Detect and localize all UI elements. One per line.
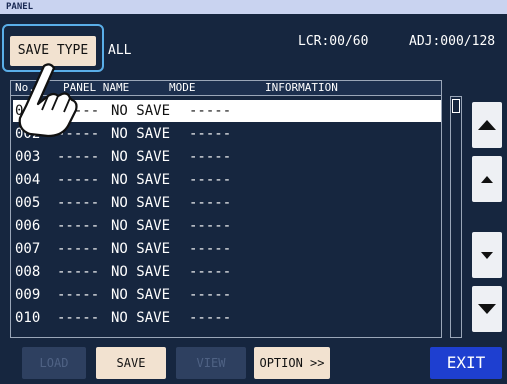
row-panel-name: -----: [57, 264, 100, 280]
row-number: 006: [15, 218, 41, 234]
page-down-button[interactable]: [472, 286, 502, 332]
row-number: 008: [15, 264, 41, 280]
row-panel-name: -----: [57, 241, 100, 257]
save-button[interactable]: SAVE: [96, 347, 166, 379]
page-up-button[interactable]: [472, 102, 502, 148]
lcr-count: LCR:00/60: [298, 34, 369, 49]
row-mode: NO SAVE: [111, 126, 171, 142]
list-scrollbar[interactable]: [450, 96, 462, 338]
row-mode: NO SAVE: [111, 195, 171, 211]
table-row[interactable]: 007 ----- NO SAVE -----: [13, 238, 441, 260]
panel-screen: PANEL SAVE TYPE ALL LCR:00/60 ADJ:000/12…: [0, 0, 507, 384]
row-mode: NO SAVE: [111, 218, 171, 234]
row-mode: NO SAVE: [111, 287, 171, 303]
line-down-button[interactable]: [472, 232, 502, 278]
table-row[interactable]: 008 ----- NO SAVE -----: [13, 261, 441, 283]
option-button[interactable]: OPTION >>: [254, 347, 330, 379]
row-mode: NO SAVE: [111, 310, 171, 326]
line-up-icon: [481, 175, 493, 183]
row-information: -----: [189, 103, 232, 119]
row-information: -----: [189, 287, 232, 303]
row-information: -----: [189, 172, 232, 188]
row-panel-name: -----: [57, 172, 100, 188]
row-mode: NO SAVE: [111, 241, 171, 257]
row-mode: NO SAVE: [111, 172, 171, 188]
row-number: 010: [15, 310, 41, 326]
row-information: -----: [189, 218, 232, 234]
table-row[interactable]: 005 ----- NO SAVE -----: [13, 192, 441, 214]
row-mode: NO SAVE: [111, 103, 171, 119]
row-mode: NO SAVE: [111, 264, 171, 280]
row-information: -----: [189, 126, 232, 142]
row-information: -----: [189, 149, 232, 165]
load-button[interactable]: LOAD: [22, 347, 86, 379]
row-panel-name: -----: [57, 195, 100, 211]
row-information: -----: [189, 195, 232, 211]
scroll-thumb[interactable]: [452, 99, 460, 113]
line-down-icon: [481, 251, 493, 259]
adj-count: ADJ:000/128: [409, 34, 496, 49]
column-header-mode: MODE: [169, 81, 196, 94]
row-information: -----: [189, 264, 232, 280]
row-number: 003: [15, 149, 41, 165]
row-information: -----: [189, 241, 232, 257]
table-row[interactable]: 006 ----- NO SAVE -----: [13, 215, 441, 237]
row-panel-name: -----: [57, 310, 100, 326]
row-mode: NO SAVE: [111, 149, 171, 165]
row-number: 007: [15, 241, 41, 257]
pointing-hand-icon: [18, 63, 78, 138]
table-row[interactable]: 004 ----- NO SAVE -----: [13, 169, 441, 191]
page-down-icon: [478, 304, 496, 314]
row-number: 005: [15, 195, 41, 211]
table-row[interactable]: 010 ----- NO SAVE -----: [13, 307, 441, 329]
window-title: PANEL: [0, 0, 507, 14]
table-row[interactable]: 009 ----- NO SAVE -----: [13, 284, 441, 306]
table-row[interactable]: 003 ----- NO SAVE -----: [13, 146, 441, 168]
line-up-button[interactable]: [472, 156, 502, 202]
row-panel-name: -----: [57, 287, 100, 303]
row-number: 009: [15, 287, 41, 303]
page-up-icon: [478, 120, 496, 130]
save-type-value: ALL: [108, 43, 132, 58]
row-number: 004: [15, 172, 41, 188]
row-information: -----: [189, 310, 232, 326]
exit-button[interactable]: EXIT: [430, 347, 502, 379]
row-panel-name: -----: [57, 218, 100, 234]
column-header-information: INFORMATION: [265, 81, 338, 94]
row-panel-name: -----: [57, 149, 100, 165]
view-button[interactable]: VIEW: [176, 347, 246, 379]
